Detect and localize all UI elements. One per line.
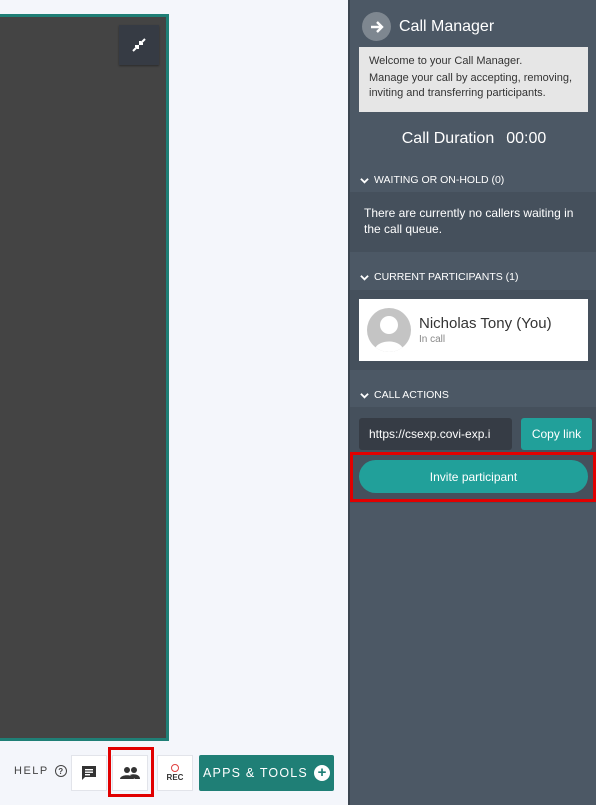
- apps-tools-label: APPS & TOOLS: [203, 766, 308, 780]
- bottom-toolbar: HELP ? REC APPS & TOOLS +: [0, 747, 348, 798]
- chevron-down-icon: [360, 274, 369, 281]
- call-duration: Call Duration 00:00: [350, 130, 596, 148]
- help-link[interactable]: HELP ?: [14, 765, 67, 777]
- participant-card[interactable]: Nicholas Tony (You) In call: [359, 299, 588, 361]
- chat-button[interactable]: [71, 755, 107, 791]
- panel-header: Call Manager: [362, 12, 494, 41]
- invite-highlight: [350, 452, 596, 502]
- waiting-section-header[interactable]: WAITING OR ON-HOLD (0): [360, 174, 504, 186]
- plus-circle-icon: +: [313, 765, 330, 781]
- record-label: REC: [166, 773, 184, 782]
- actions-section-label: CALL ACTIONS: [374, 389, 449, 401]
- waiting-section-label: WAITING OR ON-HOLD (0): [374, 174, 505, 186]
- call-duration-value: 00:00: [506, 130, 547, 147]
- collapse-panel-button[interactable]: [362, 12, 391, 41]
- minimize-video-button[interactable]: [119, 25, 159, 65]
- chevron-down-icon: [360, 392, 369, 399]
- arrow-right-circle-icon: [370, 20, 384, 33]
- actions-section-header[interactable]: CALL ACTIONS: [360, 389, 449, 401]
- call-manager-panel: Call Manager Welcome to your Call Manage…: [348, 0, 596, 805]
- participant-status: In call: [419, 334, 446, 345]
- panel-title: Call Manager: [399, 17, 495, 35]
- question-circle-icon: ?: [54, 765, 67, 777]
- call-duration-label: Call Duration: [401, 130, 495, 147]
- help-label: HELP: [14, 765, 49, 777]
- record-button[interactable]: REC: [157, 755, 193, 791]
- record-dot-icon: [171, 764, 179, 772]
- welcome-line-1: Welcome to your Call Manager.: [369, 55, 523, 67]
- chevron-down-icon: [360, 177, 369, 184]
- participants-section-label: CURRENT PARTICIPANTS (1): [374, 271, 519, 283]
- waiting-empty-text: There are currently no callers waiting i…: [364, 206, 574, 236]
- participants-highlight: [108, 747, 154, 797]
- minimize-arrows-icon: [132, 38, 146, 52]
- user-silhouette-icon: [374, 316, 404, 352]
- avatar: [367, 308, 411, 352]
- participants-section-header[interactable]: CURRENT PARTICIPANTS (1): [360, 271, 519, 283]
- apps-tools-button[interactable]: APPS & TOOLS +: [199, 755, 334, 791]
- invite-link-field[interactable]: https://csexp.covi-exp.i: [359, 418, 512, 450]
- video-area: [0, 14, 169, 741]
- chat-icon: [82, 766, 96, 780]
- welcome-line-2: Manage your call by accepting, removing,…: [369, 72, 572, 99]
- welcome-message: Welcome to your Call Manager. Manage you…: [359, 47, 588, 112]
- copy-link-button[interactable]: Copy link: [521, 418, 592, 450]
- participant-name: Nicholas Tony (You): [419, 315, 552, 332]
